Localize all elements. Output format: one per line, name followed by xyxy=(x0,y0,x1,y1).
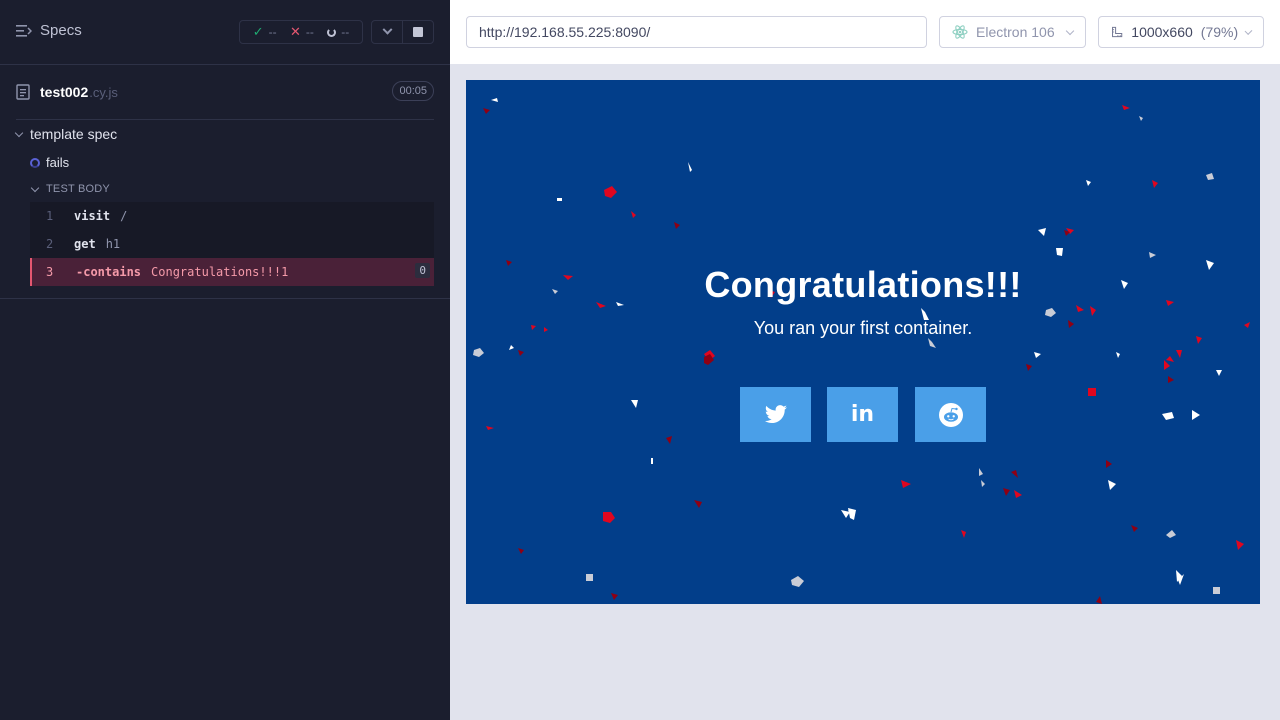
linkedin-share-button[interactable]: in xyxy=(827,387,898,442)
command-arg: Congratulations!!!1 xyxy=(151,265,289,279)
reddit-icon xyxy=(938,402,963,427)
command-name: visit xyxy=(74,209,111,223)
twitter-icon xyxy=(764,404,787,423)
linkedin-icon: in xyxy=(850,402,875,427)
run-duration: 00:05 xyxy=(392,81,434,101)
test-body-label: TEST BODY xyxy=(46,183,110,195)
aut-header: http://192.168.55.225:8090/ Electron 106… xyxy=(450,0,1280,64)
command-row[interactable]: 2 get h1 xyxy=(30,230,434,258)
divider xyxy=(0,298,450,299)
running-spinner-icon xyxy=(30,157,40,168)
command-row-failed[interactable]: 3 -contains Congratulations!!!1 0 xyxy=(30,258,434,286)
x-icon: ✕ xyxy=(289,24,301,39)
twitter-share-button[interactable] xyxy=(740,387,811,442)
element-count-badge: 0 xyxy=(415,263,430,278)
check-icon: ✓ xyxy=(252,24,264,39)
hero-title: Congratulations!!! xyxy=(704,264,1022,305)
stop-button[interactable] xyxy=(402,21,433,43)
command-name: get xyxy=(74,237,96,251)
suite-row[interactable]: template spec xyxy=(14,126,118,142)
file-icon xyxy=(16,84,30,100)
suite-title: template spec xyxy=(30,126,118,142)
chevron-down-icon xyxy=(382,24,392,35)
run-controls xyxy=(371,20,434,44)
confetti-decoration xyxy=(473,98,1250,604)
specs-label: Specs xyxy=(40,22,82,39)
viewport-scale: (79%) xyxy=(1200,24,1239,40)
command-log-panel: Specs ✓ -- ✕ -- -- test002 .cy.js 00:05 … xyxy=(0,0,450,720)
browser-selector[interactable]: Electron 106 xyxy=(939,16,1086,48)
collapse-button[interactable] xyxy=(372,21,402,43)
command-arg: h1 xyxy=(105,237,121,251)
specs-list-icon xyxy=(16,24,32,37)
test-title: fails xyxy=(46,155,70,170)
test-body-toggle[interactable]: TEST BODY xyxy=(30,183,110,195)
reddit-share-button[interactable] xyxy=(915,387,986,442)
failed-stat: ✕ -- xyxy=(290,24,314,40)
viewport-size: 1000x660 xyxy=(1131,24,1193,40)
caret-down-icon xyxy=(30,183,40,192)
stop-icon xyxy=(413,27,423,37)
caret-down-icon xyxy=(14,128,24,137)
test-row[interactable]: fails xyxy=(30,155,69,170)
pending-stat: -- xyxy=(327,25,349,39)
pending-count: -- xyxy=(341,25,350,39)
url-text: http://192.168.55.225:8090/ xyxy=(479,24,651,40)
command-number: 2 xyxy=(46,237,54,251)
chevron-down-icon xyxy=(1244,26,1253,35)
url-bar[interactable]: http://192.168.55.225:8090/ xyxy=(466,16,927,48)
reporter-header: Specs ✓ -- ✕ -- -- xyxy=(0,0,450,65)
specs-toggle-button[interactable]: Specs xyxy=(16,22,82,39)
command-number: 3 xyxy=(46,265,54,279)
spec-file-name: test002 xyxy=(40,84,89,100)
passed-count: -- xyxy=(268,25,277,39)
command-name: -contains xyxy=(76,265,142,279)
spec-file-ext: .cy.js xyxy=(89,84,118,100)
spec-file-row[interactable]: test002 .cy.js 00:05 xyxy=(16,80,434,104)
app-under-test-frame: Congratulations!!! You ran your first co… xyxy=(466,80,1260,604)
test-stats: ✓ -- ✕ -- -- xyxy=(239,20,363,44)
command-arg: / xyxy=(120,209,128,223)
pending-icon xyxy=(327,27,337,37)
passed-stat: ✓ -- xyxy=(253,24,277,40)
browser-label: Electron 106 xyxy=(976,24,1055,40)
failed-count: -- xyxy=(305,25,314,39)
ruler-icon xyxy=(1112,26,1123,38)
command-number: 1 xyxy=(46,209,54,223)
chevron-down-icon xyxy=(1065,26,1075,35)
command-row[interactable]: 1 visit / xyxy=(30,202,434,230)
divider xyxy=(16,119,434,120)
hero-subtitle: You ran your first container. xyxy=(753,318,973,338)
electron-icon xyxy=(952,25,968,39)
viewport-selector[interactable]: 1000x660 (79%) xyxy=(1098,16,1264,48)
